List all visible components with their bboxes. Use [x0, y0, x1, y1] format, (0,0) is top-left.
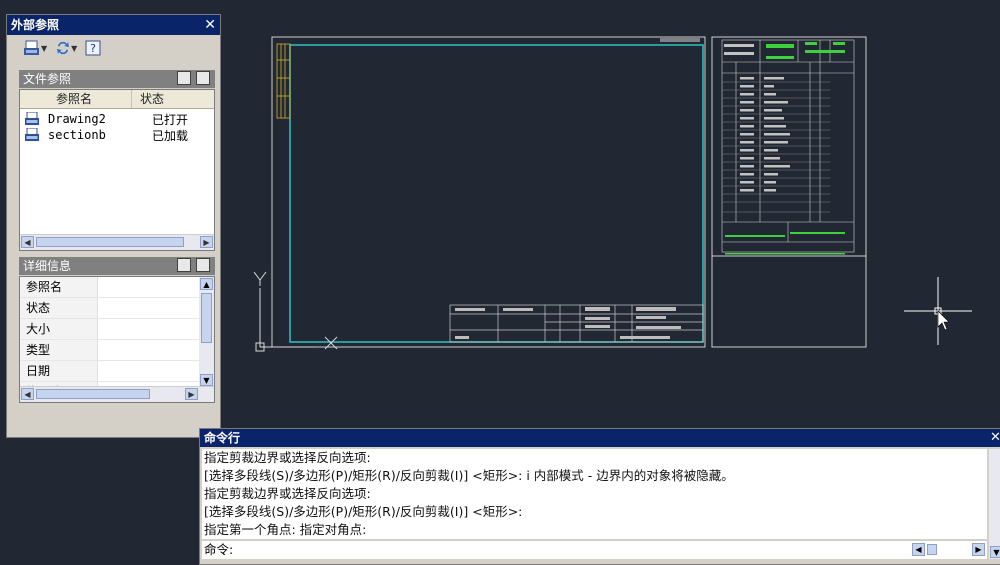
- watermark-url: jingyan.baidu.com: [764, 507, 884, 522]
- col-ref-name[interactable]: 参照名: [20, 90, 132, 108]
- command-vertical-scrollbar[interactable]: ▼: [989, 449, 1000, 559]
- file-refs-column-headers: 参照名 状态: [20, 90, 214, 109]
- command-prompt: 命令:: [204, 542, 234, 557]
- tree-view-button[interactable]: [196, 71, 210, 85]
- file-refs-header: 文件参照: [19, 70, 215, 88]
- horizontal-scrollbar[interactable]: ◀ ▶: [20, 386, 214, 402]
- watermark-logo-text: Bai du 经验: [760, 479, 908, 504]
- scroll-left-icon[interactable]: ◀: [21, 388, 34, 400]
- drawing-list-green-text: [725, 42, 845, 255]
- close-icon[interactable]: ✕: [990, 429, 1000, 447]
- details-list[interactable]: 参照名 状态 大小 类型 日期 找到位置 ▲ ▼ ◀ ▶: [19, 276, 215, 403]
- file-status: 已加载: [152, 128, 189, 143]
- detail-key: 参照名: [20, 277, 98, 297]
- file-name: Drawing2: [48, 112, 106, 126]
- xref-toolbar: ▼ ▼ ?: [7, 35, 220, 61]
- attach-dwg-button[interactable]: ▼: [21, 39, 49, 57]
- scroll-left-icon[interactable]: ◀: [21, 236, 34, 248]
- refresh-icon: [57, 41, 70, 55]
- col-status[interactable]: 状态: [132, 90, 214, 108]
- xref-titlebar[interactable]: 外部参照 ✕: [7, 15, 220, 35]
- scroll-right-icon[interactable]: ▶: [972, 543, 985, 556]
- details-header: 详细信息: [19, 257, 215, 275]
- scroll-right-icon[interactable]: ▶: [200, 236, 213, 248]
- xref-title: 外部参照: [11, 18, 60, 32]
- file-row-drawing2[interactable]: Drawing2 已打开: [20, 111, 214, 127]
- help-icon: ?: [85, 40, 101, 56]
- scroll-thumb[interactable]: [927, 544, 937, 555]
- refresh-button[interactable]: ▼: [53, 39, 79, 57]
- sheet-inner-frame: [289, 44, 704, 343]
- details-view-button[interactable]: [177, 258, 191, 272]
- detail-key: 状态: [20, 298, 98, 318]
- detail-key: 大小: [20, 319, 98, 339]
- file-refs-title: 文件参照: [23, 72, 72, 86]
- preview-view-button[interactable]: [196, 258, 210, 272]
- secondary-sheet-frame: [711, 36, 867, 348]
- dwg-file-icon: [25, 128, 39, 141]
- file-row-sectionb[interactable]: sectionb 已加载: [20, 127, 214, 143]
- detail-row[interactable]: 大小: [20, 319, 214, 340]
- scroll-down-icon[interactable]: ▼: [990, 546, 1000, 558]
- detail-key: 类型: [20, 340, 98, 360]
- attach-dwg-icon: [24, 40, 39, 55]
- title-block-text: [455, 307, 681, 339]
- detail-row[interactable]: 状态: [20, 298, 214, 319]
- sheet-outer-frame: [271, 36, 706, 348]
- scroll-up-icon[interactable]: ▲: [200, 278, 213, 290]
- svg-text:?: ?: [90, 42, 96, 55]
- scroll-left-icon[interactable]: ◀: [912, 543, 925, 556]
- scroll-thumb[interactable]: [36, 389, 150, 399]
- detail-row[interactable]: 日期: [20, 361, 214, 382]
- vertical-scrollbar[interactable]: ▲ ▼: [199, 277, 214, 387]
- close-icon[interactable]: ✕: [204, 15, 216, 35]
- scroll-right-icon[interactable]: ▶: [185, 388, 198, 400]
- file-refs-list[interactable]: 参照名 状态 Drawing2 已打开 sectionb 已加载 ◀ ▶: [19, 89, 215, 251]
- drawing-list-cell-text: [724, 44, 790, 192]
- mouse-pointer-icon: [937, 310, 950, 331]
- horizontal-scrollbar[interactable]: ◀ ▶: [20, 234, 214, 250]
- detail-row[interactable]: 参照名: [20, 277, 214, 298]
- list-view-button[interactable]: [177, 71, 191, 85]
- chevron-down-icon: ▼: [71, 43, 78, 53]
- command-input[interactable]: 命令: ◀ ▶: [202, 541, 987, 559]
- scroll-thumb[interactable]: [201, 293, 212, 343]
- scroll-down-icon[interactable]: ▼: [200, 374, 213, 386]
- chevron-down-icon: ▼: [41, 43, 48, 53]
- file-name: sectionb: [48, 128, 106, 142]
- scroll-thumb[interactable]: [36, 237, 184, 247]
- baidu-watermark: Bai du 经验 jingyan.baidu.com: [760, 455, 960, 535]
- detail-row[interactable]: 类型: [20, 340, 214, 361]
- detail-key: 日期: [20, 361, 98, 381]
- command-titlebar[interactable]: 命令行 ✕: [200, 429, 1000, 447]
- dwg-file-icon: [25, 112, 39, 125]
- help-button[interactable]: ?: [83, 39, 103, 57]
- xref-palette[interactable]: 外部参照 ✕ ▼ ▼ ? 文件参照 参照名 状态 Drawing2 已打开 se…: [6, 14, 221, 438]
- file-status: 已打开: [152, 112, 189, 127]
- binding-strip: [276, 43, 291, 119]
- command-title: 命令行: [204, 431, 241, 445]
- details-title: 详细信息: [23, 259, 72, 273]
- sheet-number-label: [660, 38, 700, 42]
- ucs-icon: [253, 271, 338, 352]
